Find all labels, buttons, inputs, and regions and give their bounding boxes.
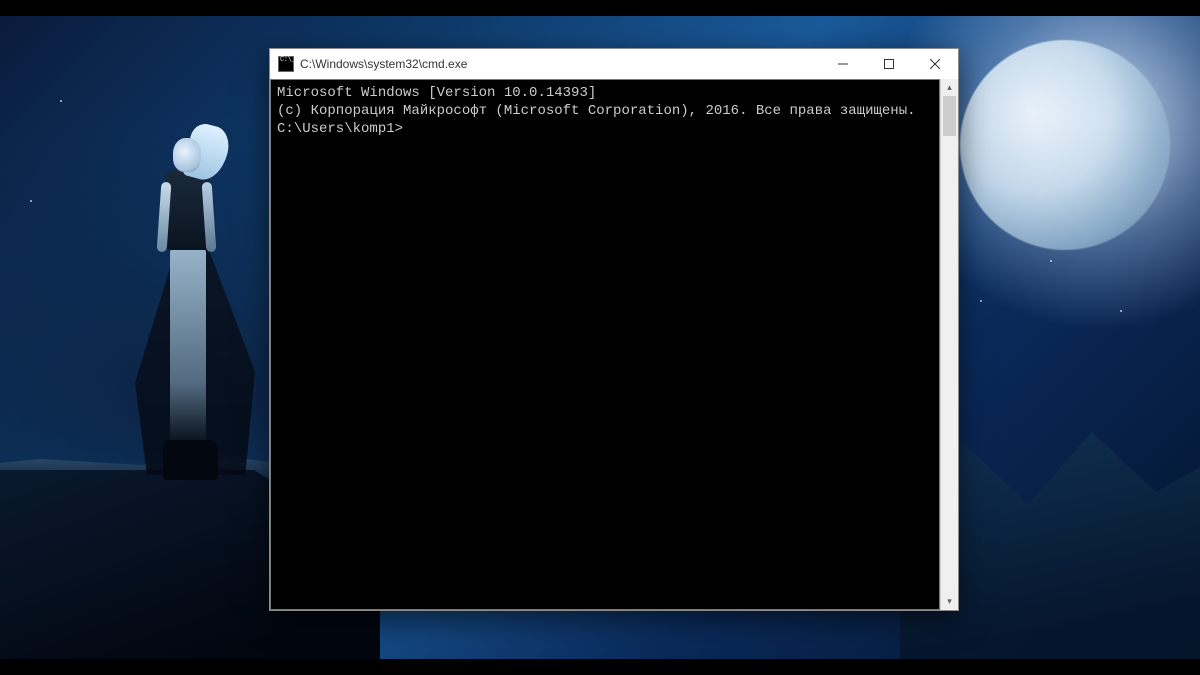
- titlebar[interactable]: C:\Windows\system32\cmd.exe: [270, 49, 958, 79]
- wallpaper-star: [980, 300, 982, 302]
- cmd-window[interactable]: C:\Windows\system32\cmd.exe Microsoft Wi…: [269, 48, 959, 611]
- console-output[interactable]: Microsoft Windows [Version 10.0.14393](c…: [270, 79, 940, 610]
- letterbox-bottom: [0, 659, 1200, 675]
- wallpaper-star: [1050, 260, 1052, 262]
- console-line: (c) Корпорация Майкрософт (Microsoft Cor…: [277, 102, 933, 120]
- console-line: Microsoft Windows [Version 10.0.14393]: [277, 84, 933, 102]
- wallpaper-star: [30, 200, 32, 202]
- letterbox-top: [0, 0, 1200, 16]
- scroll-down-button[interactable]: ▾: [941, 593, 958, 610]
- window-title: C:\Windows\system32\cmd.exe: [300, 57, 820, 71]
- scroll-up-button[interactable]: ▴: [941, 79, 958, 96]
- wallpaper-moon: [960, 40, 1170, 250]
- wallpaper-star: [1120, 310, 1122, 312]
- minimize-button[interactable]: [820, 49, 866, 79]
- vertical-scrollbar[interactable]: ▴ ▾: [940, 79, 958, 610]
- scroll-track[interactable]: [941, 96, 958, 593]
- wallpaper-figure: [105, 130, 275, 550]
- desktop-wallpaper: C:\Windows\system32\cmd.exe Microsoft Wi…: [0, 0, 1200, 675]
- cmd-icon: [278, 56, 294, 72]
- wallpaper-star: [60, 100, 62, 102]
- close-button[interactable]: [912, 49, 958, 79]
- scroll-thumb[interactable]: [943, 96, 956, 136]
- console-prompt: C:\Users\komp1>: [277, 120, 933, 138]
- window-client-area: Microsoft Windows [Version 10.0.14393](c…: [270, 79, 958, 610]
- window-controls: [820, 49, 958, 79]
- maximize-button[interactable]: [866, 49, 912, 79]
